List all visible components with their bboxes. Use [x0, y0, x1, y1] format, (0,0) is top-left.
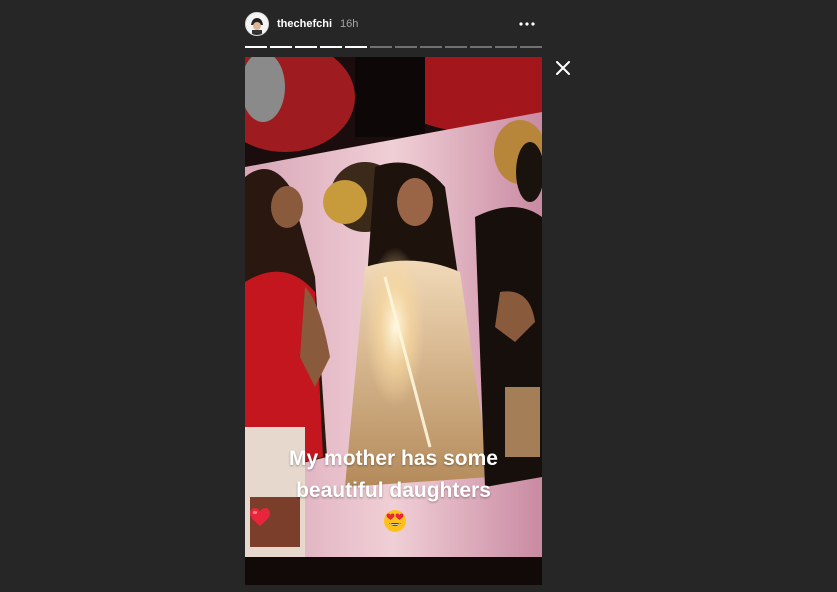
story-viewer: thechefchi 16h My mother has some beauti…	[0, 0, 837, 592]
more-horizontal-icon	[519, 22, 535, 26]
progress-segment	[245, 46, 267, 48]
progress-segment	[445, 46, 467, 48]
avatar[interactable]	[245, 12, 269, 36]
story-media[interactable]: My mother has some beautiful daughters	[245, 57, 542, 585]
username[interactable]: thechefchi	[277, 18, 332, 30]
close-button[interactable]	[552, 57, 574, 79]
progress-segment	[370, 46, 392, 48]
story-header: thechefchi 16h	[245, 10, 542, 38]
progress-segment	[270, 46, 292, 48]
red-heart-icon	[250, 508, 270, 526]
timestamp: 16h	[340, 18, 359, 30]
progress-segment	[520, 46, 542, 48]
close-icon	[556, 61, 570, 75]
more-options-button[interactable]	[517, 14, 537, 34]
progress-segment	[320, 46, 342, 48]
caption-line-1: My mother has some	[289, 447, 498, 470]
heart-eyes-emoji-icon	[384, 510, 406, 532]
avatar-image	[246, 13, 268, 35]
progress-segment	[295, 46, 317, 48]
progress-segment	[345, 46, 367, 48]
progress-segment	[470, 46, 492, 48]
progress-segment	[420, 46, 442, 48]
progress-segment	[395, 46, 417, 48]
caption-line-2-text: beautiful daughters	[296, 479, 491, 502]
progress-segment	[495, 46, 517, 48]
story-progress-bars	[245, 46, 542, 48]
